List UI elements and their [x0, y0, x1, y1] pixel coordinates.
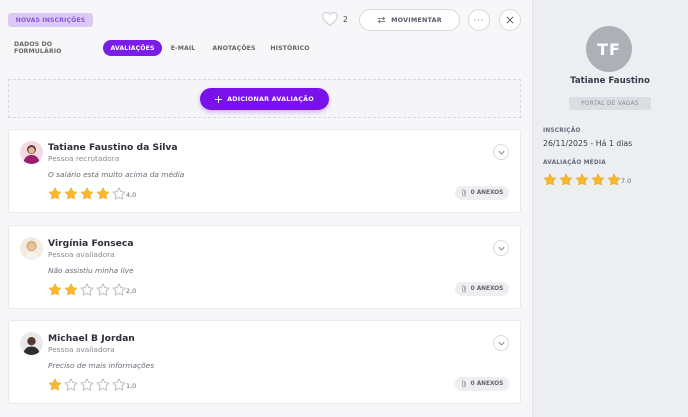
heart-icon[interactable]	[321, 11, 339, 27]
star-empty-icon	[96, 378, 110, 391]
star-empty-icon	[64, 378, 78, 391]
attachments-label: 0 ANEXOS	[470, 381, 504, 387]
evaluator-name: Tatiane Faustino da Silva	[48, 142, 178, 153]
plus-icon	[215, 95, 223, 103]
star-empty-icon	[112, 283, 126, 296]
star-filled-icon	[559, 173, 573, 186]
tab-form-data[interactable]: DADOS DO FORMULÁRIO	[14, 40, 98, 56]
star-empty-icon	[112, 378, 126, 391]
attachments-button[interactable]: 0 ANEXOS	[455, 282, 509, 296]
tab-notes[interactable]: ANOTAÇÕES	[211, 40, 257, 56]
rating-score: 2,0	[126, 287, 137, 295]
evaluator-role: Pessoa avaliadora	[48, 250, 115, 259]
star-filled-icon	[48, 187, 62, 200]
swap-arrows-icon	[377, 16, 386, 24]
average-score: 7.0	[621, 177, 632, 185]
attachments-label: 0 ANEXOS	[470, 190, 504, 196]
candidate-name: Tatiane Faustino	[570, 76, 650, 86]
rating-score: 1,0	[126, 382, 137, 390]
star-empty-icon	[80, 283, 94, 296]
evaluation-card: Tatiane Faustino da Silva Pessoa recruta…	[8, 129, 521, 213]
star-filled-icon	[64, 187, 78, 200]
avatar	[20, 237, 43, 260]
star-empty-icon	[112, 187, 126, 200]
star-filled-icon	[80, 187, 94, 200]
evaluation-comment: Não assistiu minha live	[48, 266, 134, 275]
favorite-count: 2	[343, 15, 348, 24]
star-rating	[48, 378, 126, 391]
star-filled-icon	[48, 378, 62, 391]
evaluation-card: Virgínia Fonseca Pessoa avaliadora Não a…	[8, 225, 521, 309]
evaluation-comment: O salário está muito acima da média	[48, 170, 185, 179]
expand-button[interactable]	[493, 144, 509, 160]
add-evaluation-label: ADICIONAR AVALIAÇÃO	[227, 95, 314, 103]
star-empty-icon	[80, 378, 94, 391]
average-rating-label: AVALIAÇÃO MÉDIA	[543, 160, 606, 166]
tab-evaluations[interactable]: AVALIAÇÕES	[103, 40, 162, 56]
more-options-button[interactable]: ···	[468, 9, 490, 31]
attachments-button[interactable]: 0 ANEXOS	[455, 377, 509, 391]
attachments-button[interactable]: 0 ANEXOS	[455, 186, 509, 200]
add-evaluation-button[interactable]: ADICIONAR AVALIAÇÃO	[200, 88, 329, 110]
star-filled-icon	[543, 173, 557, 186]
ellipsis-icon: ···	[473, 15, 485, 25]
star-filled-icon	[48, 283, 62, 296]
average-star-rating	[543, 173, 621, 186]
evaluation-card: Michael B Jordan Pessoa avaliadora Preci…	[8, 320, 521, 404]
candidate-avatar: TF	[586, 26, 632, 72]
rating-score: 4,0	[126, 191, 137, 199]
star-filled-icon	[607, 173, 621, 186]
star-rating	[48, 187, 126, 200]
star-filled-icon	[575, 173, 589, 186]
tab-email[interactable]: E-MAIL	[167, 40, 199, 56]
attachments-label: 0 ANEXOS	[470, 286, 504, 292]
avatar	[20, 332, 43, 355]
close-button[interactable]	[499, 9, 521, 31]
inscription-value: 26/11/2025 - Há 1 dias	[543, 139, 633, 148]
star-filled-icon	[96, 187, 110, 200]
chevron-down-icon	[497, 341, 505, 345]
move-button[interactable]: MOVIMENTAR	[359, 9, 460, 31]
chevron-down-icon	[497, 246, 505, 250]
evaluator-role: Pessoa recrutadora	[48, 154, 120, 163]
inscription-label: INSCRIÇÃO	[543, 128, 581, 134]
paperclip-icon	[462, 285, 466, 293]
evaluator-name: Virgínia Fonseca	[48, 238, 134, 249]
chevron-down-icon	[497, 150, 505, 154]
stage-badge: NOVAS INSCRIÇÕES	[8, 13, 93, 27]
star-filled-icon	[64, 283, 78, 296]
expand-button[interactable]	[493, 335, 509, 351]
move-label: MOVIMENTAR	[391, 16, 442, 24]
evaluator-name: Michael B Jordan	[48, 333, 135, 344]
evaluator-role: Pessoa avaliadora	[48, 345, 115, 354]
star-filled-icon	[591, 173, 605, 186]
source-badge: PORTAL DE VAGAS	[569, 97, 651, 110]
close-icon	[506, 16, 514, 24]
expand-button[interactable]	[493, 240, 509, 256]
avatar	[20, 141, 43, 164]
star-empty-icon	[96, 283, 110, 296]
tab-history[interactable]: HISTÓRICO	[268, 40, 312, 56]
paperclip-icon	[462, 189, 466, 197]
star-rating	[48, 283, 126, 296]
paperclip-icon	[462, 380, 466, 388]
evaluation-comment: Preciso de mais informações	[48, 361, 155, 370]
